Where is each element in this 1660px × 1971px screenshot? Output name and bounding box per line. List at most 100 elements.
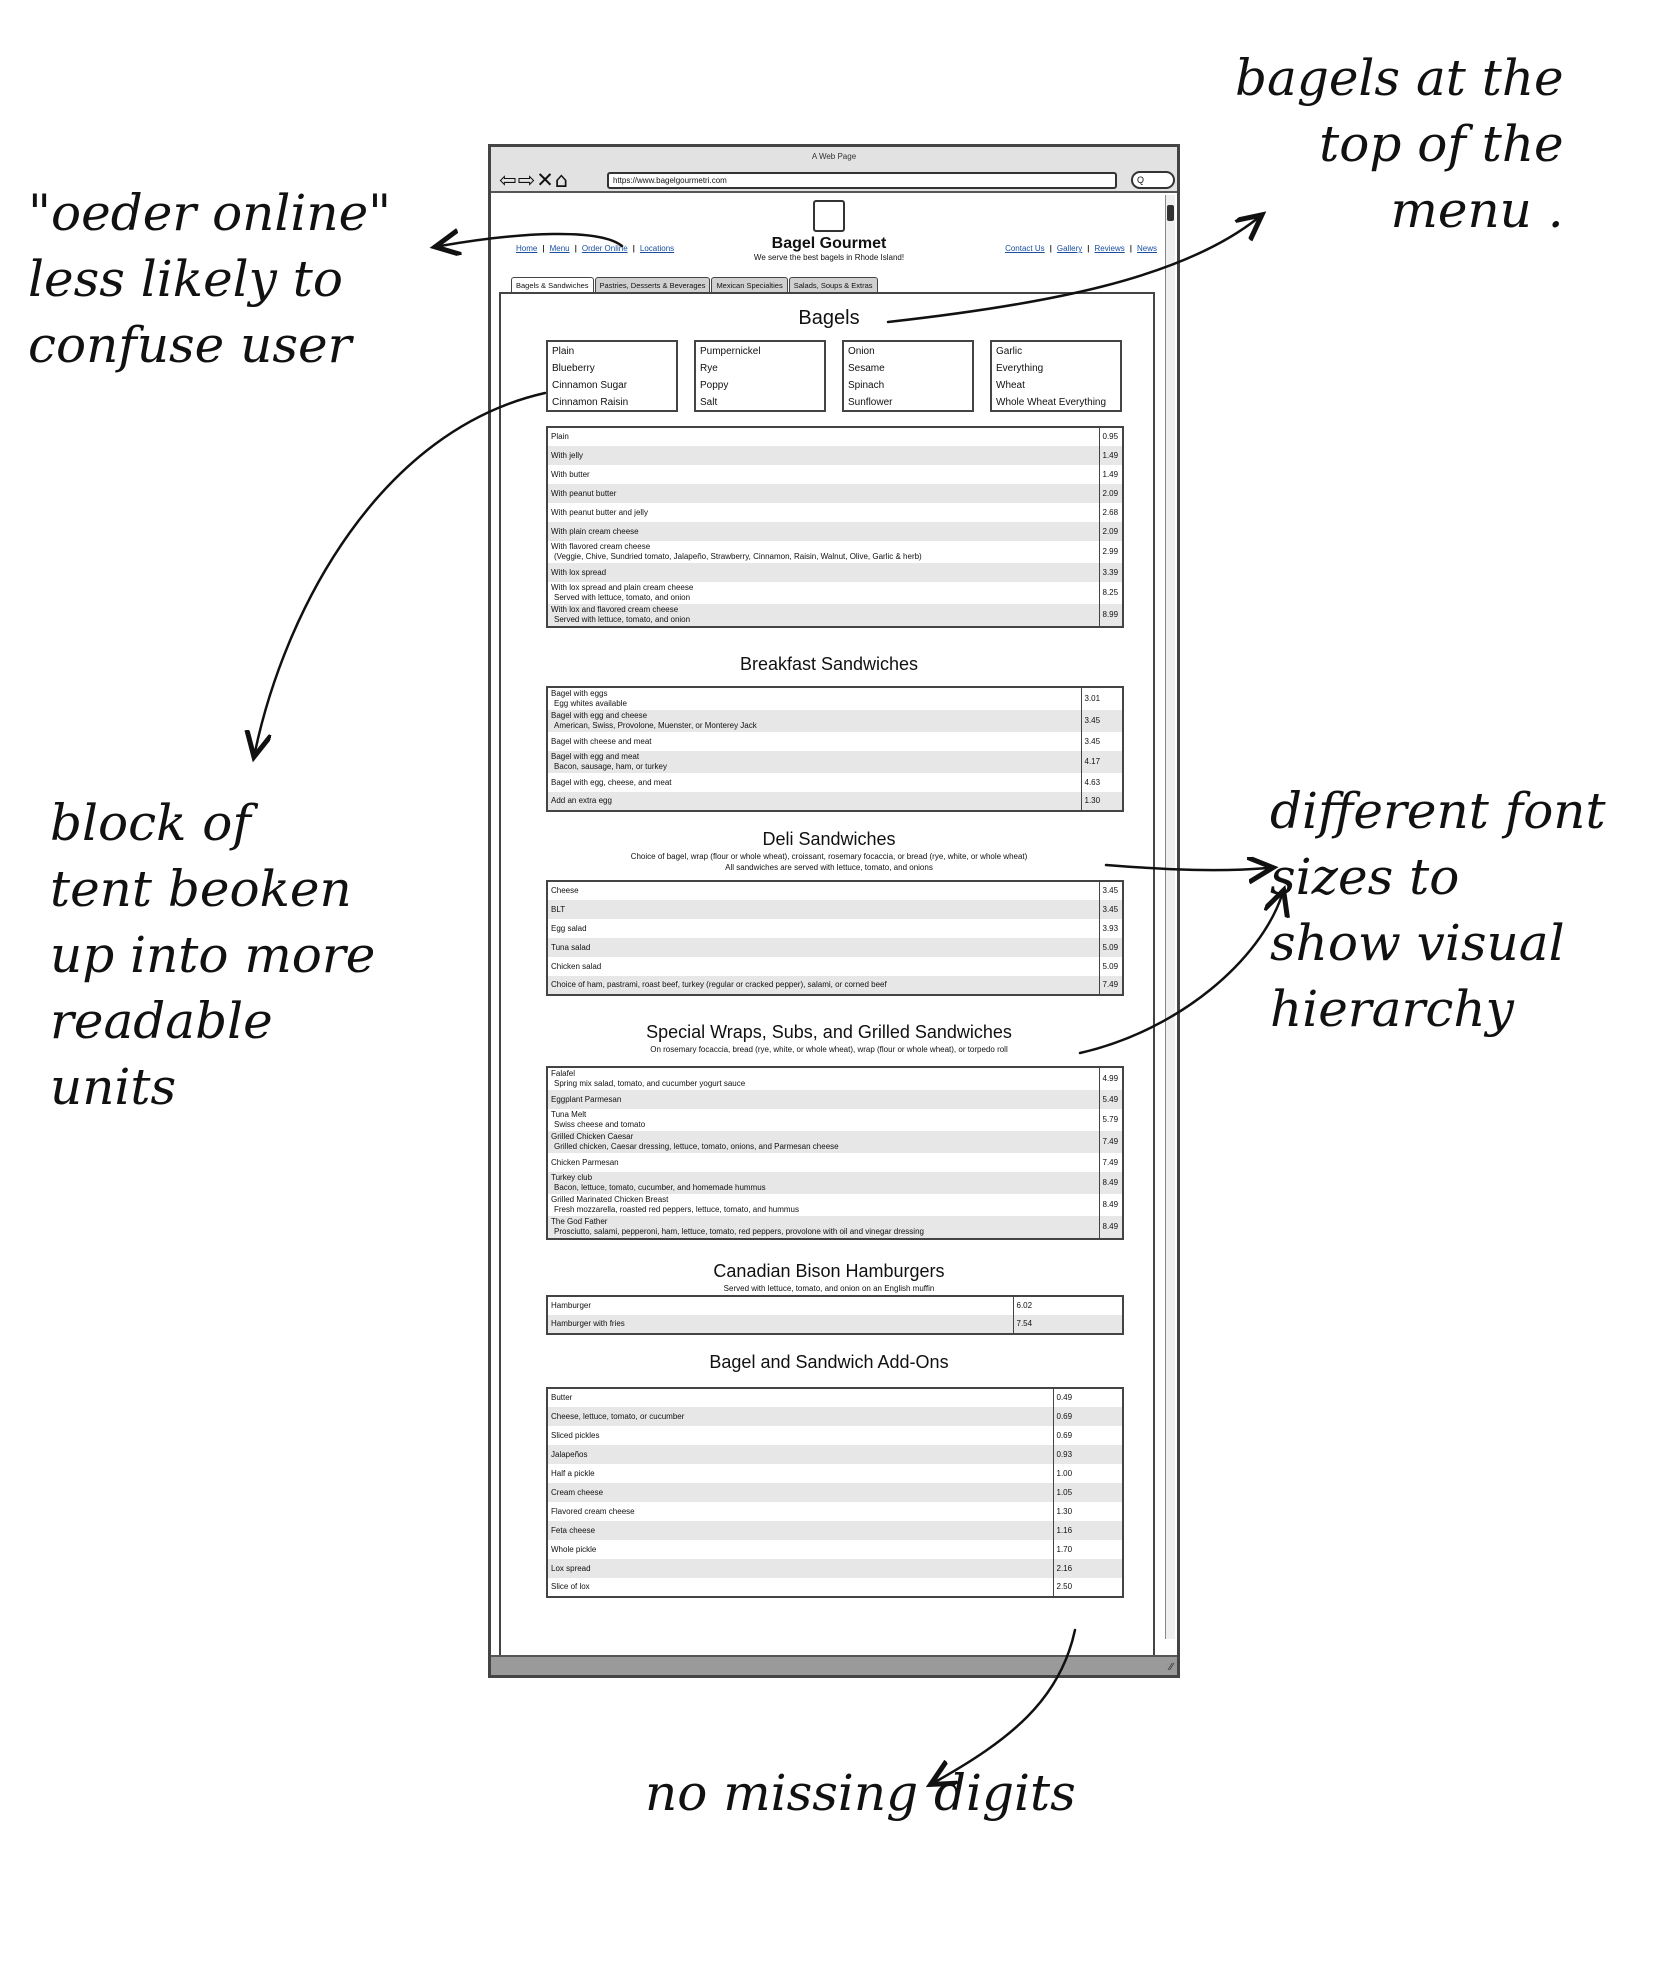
item-price: 8.49 — [1099, 1216, 1123, 1239]
item-name-cell: Add an extra egg — [547, 792, 1082, 811]
item-price: 2.16 — [1053, 1559, 1123, 1578]
url-bar[interactable]: https://www.bagelgourmetri.com — [607, 172, 1117, 189]
item-name: Bagel with eggs — [551, 689, 608, 698]
section-title: Bagel and Sandwich Add-Ons — [709, 1352, 949, 1372]
item-price: 8.99 — [1099, 604, 1123, 627]
item-price: 0.49 — [1056, 1393, 1073, 1402]
flavor-item: Onion — [848, 346, 875, 357]
item-name-cell: Cheese — [547, 881, 1100, 900]
table-row: Lox spread 2.16 — [547, 1559, 1123, 1578]
nav-gallery-link[interactable]: Gallery — [1057, 244, 1082, 253]
item-price: 5.09 — [1102, 961, 1119, 971]
item-price: 4.99 — [1102, 1074, 1119, 1083]
item-name-cell: Hamburger with fries — [547, 1315, 1014, 1334]
item-name-cell: Chicken Parmesan — [547, 1153, 1100, 1172]
page-content: Home | Menu | Order Online | Locations Bagel G… — [491, 195, 1167, 1659]
section-title: Breakfast Sandwiches — [739, 654, 919, 674]
item-name: Sliced pickles — [551, 1430, 600, 1440]
item-name: Tuna salad — [551, 942, 591, 952]
tab-salads[interactable]: Salads, Soups & Extras — [788, 277, 878, 293]
item-name-cell: Bagel with egg, cheese, and meat — [547, 773, 1082, 792]
item-name-cell: Feta cheese — [547, 1521, 1054, 1540]
flavor-item: Sunflower — [848, 397, 893, 408]
item-name: Plain — [551, 432, 569, 441]
item-name: Whole pickle — [551, 1544, 597, 1554]
item-price: 3.45 — [1081, 710, 1123, 732]
item-price: 3.45 — [1102, 886, 1119, 895]
nav-contact-link[interactable]: Contact Us — [1005, 244, 1045, 253]
item-name: Bagel with egg and meat — [551, 752, 640, 761]
item-name: Grilled Chicken Caesar — [551, 1132, 634, 1141]
item-name-cell: Flavored cream cheese — [547, 1502, 1054, 1521]
vertical-scrollbar[interactable] — [1165, 195, 1175, 1639]
site-tagline: We serve the best bagels in Rhode Island… — [753, 253, 905, 262]
item-price: 7.49 — [1102, 1157, 1119, 1167]
item-name-cell: Turkey club Bacon, lettuce, tomato, cucum… — [547, 1172, 1100, 1194]
item-price: 2.50 — [1056, 1582, 1073, 1591]
item-price: 7.54 — [1013, 1315, 1123, 1334]
table-row: With plain cream cheese 2.09 — [547, 522, 1123, 541]
tab-bagels-sandwiches[interactable]: Bagels & Sandwiches — [511, 277, 594, 293]
item-price: 0.69 — [1056, 1430, 1073, 1440]
item-name: Add an extra egg — [551, 796, 612, 805]
item-name: Grilled Marinated Chicken Breast — [551, 1195, 669, 1204]
item-name-cell: Falafel Spring mix salad, tomato, and cuc… — [547, 1067, 1100, 1090]
table-row: The God Father Prosciutto, salami, pepper… — [547, 1216, 1123, 1239]
item-price: 0.93 — [1053, 1445, 1123, 1464]
section-subtitle: All sandwiches are served with lettuce, … — [725, 863, 933, 872]
table-row: Bagel with eggs Egg whites available 3.01 — [547, 687, 1123, 710]
table-row: Chicken Parmesan 7.49 — [547, 1153, 1123, 1172]
item-name-cell: With jelly — [547, 446, 1100, 465]
item-price: 5.79 — [1102, 1115, 1119, 1124]
item-name-cell: The God Father Prosciutto, salami, pepper… — [547, 1216, 1100, 1239]
item-description: Grilled chicken, Caesar dressing, lettuc… — [554, 1142, 839, 1151]
item-name-cell: Eggplant Parmesan — [547, 1090, 1100, 1109]
item-price: 8.49 — [1102, 1200, 1119, 1209]
table-row: Bagel with egg, cheese, and meat 4.63 — [547, 773, 1123, 792]
flavor-item: Wheat — [996, 380, 1025, 391]
table-row: Hamburger with fries 7.54 — [547, 1315, 1123, 1334]
item-price: 2.09 — [1099, 522, 1123, 541]
item-name-cell: Hamburger — [547, 1296, 1014, 1315]
item-price: 1.00 — [1056, 1468, 1073, 1478]
table-row: Whole pickle 1.70 — [547, 1540, 1123, 1559]
item-price: 1.30 — [1056, 1506, 1073, 1516]
item-name: With lox and flavored cream cheese — [551, 605, 679, 614]
tab-mexican[interactable]: Mexican Specialties — [711, 277, 788, 293]
item-name-cell: With lox and flavored cream cheese Served… — [547, 604, 1100, 627]
section-subtitle: Choice of bagel, wrap (flour or whole wh… — [630, 852, 1028, 861]
section-title: Canadian Bison Hamburgers — [713, 1261, 945, 1281]
table-row: Bagel with egg and meat Bacon, sausage, h… — [547, 751, 1123, 773]
tab-pastries[interactable]: Pastries, Desserts & Beverages — [594, 277, 711, 293]
flavor-item: Spinach — [848, 380, 885, 391]
item-price: 2.09 — [1099, 484, 1123, 503]
flavor-item: Pumpernickel — [700, 346, 761, 357]
item-price: 8.25 — [1102, 588, 1119, 597]
flavor-item: Poppy — [700, 380, 729, 391]
window-title: A Web Page — [491, 147, 1177, 167]
item-name-cell: Half a pickle — [547, 1464, 1054, 1483]
item-price: 3.93 — [1102, 923, 1119, 933]
item-name: BLT — [551, 904, 566, 914]
item-name-cell: Grilled Marinated Chicken Breast Fresh mo… — [547, 1194, 1100, 1216]
item-name-cell: Plain — [547, 427, 1100, 446]
item-price: 7.49 — [1099, 976, 1123, 995]
nav-news-link[interactable]: News — [1137, 244, 1157, 253]
table-row: Tuna salad 5.09 — [547, 938, 1123, 957]
scrollbar-thumb[interactable] — [1167, 205, 1174, 221]
item-price: 6.02 — [1016, 1301, 1033, 1310]
item-price: 1.49 — [1099, 446, 1123, 465]
item-price: 8.49 — [1099, 1172, 1123, 1194]
flavor-item: Rye — [700, 363, 718, 374]
annotation-order-online: "oeder online" less likely to confuse us… — [28, 184, 392, 374]
search-icon[interactable]: Q — [1131, 171, 1175, 189]
nav-buttons-icon[interactable]: ⇦⇨✕⌂ — [499, 167, 569, 193]
flavor-item: Everything — [996, 363, 1044, 374]
flavor-box: Pumpernickel Rye Poppy Salt — [694, 340, 826, 412]
logo-placeholder-icon — [813, 200, 845, 232]
item-price: 4.63 — [1084, 777, 1101, 787]
resize-grip-icon[interactable]: ⁄⁄ — [1170, 1662, 1173, 1673]
item-price: 2.99 — [1102, 547, 1119, 556]
item-name-cell: Jalapeños — [547, 1445, 1054, 1464]
nav-reviews-link[interactable]: Reviews — [1095, 244, 1125, 253]
